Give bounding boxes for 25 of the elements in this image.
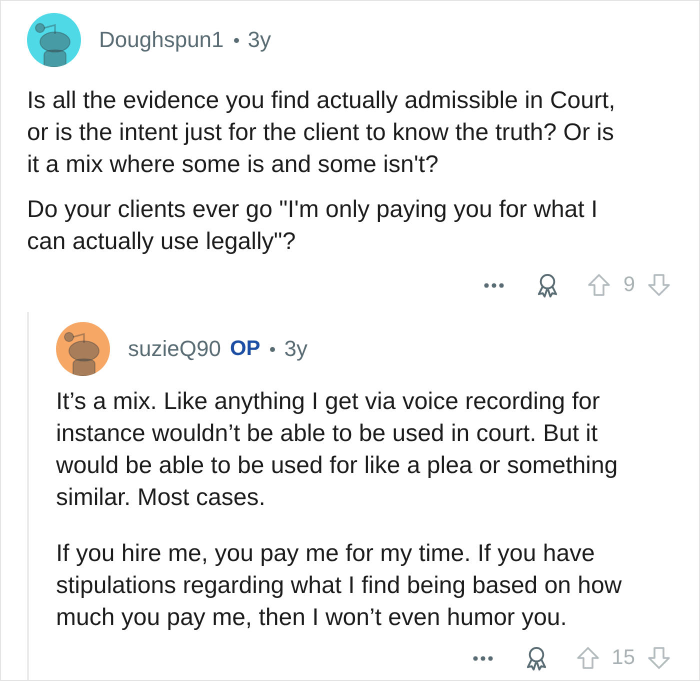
op-label: OP	[230, 337, 260, 361]
comment-text: Do your clients ever go "I'm only paying you for what I can actually use legally"?	[27, 195, 599, 257]
award-button[interactable]	[524, 646, 548, 670]
comment-text: Is all the evidence you find actually admissible in Court, or is the intent just for the client to know the truth? Or is it a mix where some is and some isn't?	[27, 86, 616, 180]
comment-text: It’s a mix. Like anything I get via voice recording for instance wouldn’t be able to be used in court. But it would be able to be used for like a plea or something similar. Most cases.	[56, 387, 619, 513]
username[interactable]: suzieQ90	[128, 336, 221, 362]
timestamp: 3y	[248, 27, 272, 53]
arrow-down-icon	[647, 646, 671, 670]
separator-dot-icon	[270, 346, 276, 352]
username[interactable]: Doughspun1	[99, 27, 224, 53]
separator-dot-icon	[234, 38, 239, 42]
vote-count: 15	[612, 646, 635, 670]
vote-count: 9	[623, 273, 635, 297]
ellipsis-icon	[484, 282, 504, 288]
award-icon	[536, 272, 560, 298]
arrow-down-icon	[647, 273, 671, 297]
more-button[interactable]	[484, 282, 504, 288]
comment-text: If you hire me, you pay me for my time. If you have stipulations regarding what I find being based on how much you pay me, then I won’t even humor you.	[56, 539, 623, 633]
ellipsis-icon	[472, 656, 493, 660]
arrow-up-icon	[587, 273, 612, 297]
award-icon	[524, 646, 548, 670]
timestamp: 3y	[284, 336, 308, 362]
award-button[interactable]	[536, 272, 560, 298]
arrow-up-icon	[576, 646, 600, 670]
more-button[interactable]	[472, 656, 493, 660]
